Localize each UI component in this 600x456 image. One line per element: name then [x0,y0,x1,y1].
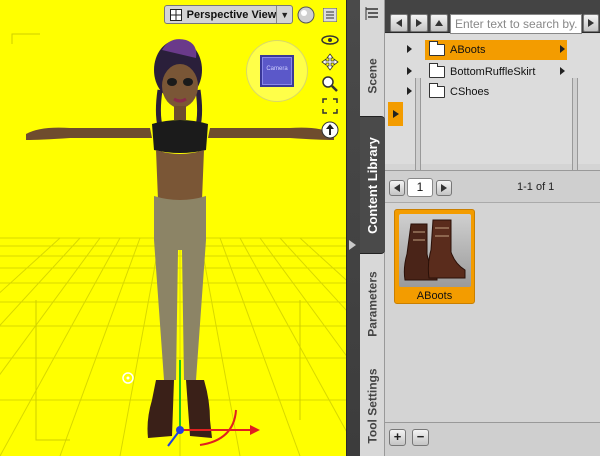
content-item-label: ABoots [416,290,453,302]
tab-content-library[interactable]: Content Library [360,116,385,254]
submenu-arrow-icon[interactable] [560,67,565,75]
tree-item[interactable]: CShoes [407,82,567,102]
pane-divider[interactable] [346,0,360,456]
page-count-label: 1-1 of 1 [517,181,555,193]
submenu-arrow-icon[interactable] [560,45,565,53]
arrow-up-icon [435,20,443,26]
3d-viewport[interactable]: Perspective View ▼ Camera [0,0,346,456]
view-selector[interactable]: Perspective View ▼ [164,5,293,24]
folder-icon [429,41,445,56]
tab-parameters[interactable]: Parameters [360,256,385,352]
folder-icon [429,83,445,98]
tree-item-label: ABoots [450,44,486,56]
side-tabs: Scene Content Library Parameters Tool Se… [360,0,385,456]
pan-camera-icon[interactable] [320,52,340,72]
arrow-left-icon [394,184,400,192]
up-arrow-icon[interactable] [320,120,340,140]
view-label: Perspective View [186,8,277,21]
page-number-field[interactable]: 1 [407,178,433,197]
next-page-button[interactable] [436,180,452,196]
content-item-aboots[interactable]: ABoots [394,209,475,304]
content-items-grid: ABoots [385,204,600,422]
expand-arrow-icon[interactable] [407,67,412,75]
remove-button[interactable]: − [412,429,429,446]
search-options-button[interactable] [583,14,599,32]
back-button[interactable] [390,14,408,32]
tree-item-label: CShoes [450,86,490,98]
tree-side-marker [388,102,403,126]
up-level-button[interactable] [430,14,448,32]
expand-arrow-icon[interactable] [407,45,412,53]
pagination-bar: 1 1-1 of 1 [385,170,600,203]
chevron-down-icon[interactable]: ▼ [276,6,292,23]
library-bottom-bar: + − [385,422,600,456]
light-icon[interactable] [118,368,138,388]
arrow-right-icon [588,19,594,27]
orbit-camera-icon[interactable] [320,30,340,50]
render-sphere-icon[interactable] [296,5,316,25]
tree-item[interactable]: ABoots [407,40,567,60]
camera-cube-widget[interactable]: Camera [246,40,308,102]
arrow-right-icon [441,184,447,192]
tree-item[interactable]: BottomRuffleSkirt [407,62,567,82]
viewport-layout-icon [168,6,184,23]
content-library-panel: ABoots BottomRuffleSkirt CShoes 1 1-1 of… [385,0,600,456]
prev-page-button[interactable] [389,180,405,196]
search-input[interactable] [450,14,582,34]
forward-button[interactable] [410,14,428,32]
tab-content-library-label: Content Library [365,136,381,234]
folder-tree[interactable]: ABoots BottomRuffleSkirt CShoes [385,34,600,188]
pane-menu-icon[interactable] [364,6,380,22]
arrow-right-icon [416,19,422,27]
frame-selection-icon[interactable] [320,96,340,116]
collapse-arrow-icon[interactable] [349,240,356,250]
expand-arrow-icon[interactable] [407,87,412,95]
transform-gizmo [167,360,260,447]
tab-scene-label: Scene [365,58,380,94]
tab-tool-settings-label: Tool Settings [365,368,380,444]
library-toolbar [385,0,600,34]
add-button[interactable]: + [389,429,406,446]
tab-tool-settings[interactable]: Tool Settings [360,356,385,456]
zoom-camera-icon[interactable] [320,74,340,94]
folder-icon [429,63,445,78]
tree-item-label: BottomRuffleSkirt [450,66,536,78]
viewport-menu-icon[interactable] [320,5,340,25]
boots-thumbnail-image [399,214,471,287]
tab-scene[interactable]: Scene [360,36,385,116]
tab-parameters-label: Parameters [365,271,380,337]
camera-cube: Camera [260,55,294,87]
arrow-left-icon [396,19,402,27]
